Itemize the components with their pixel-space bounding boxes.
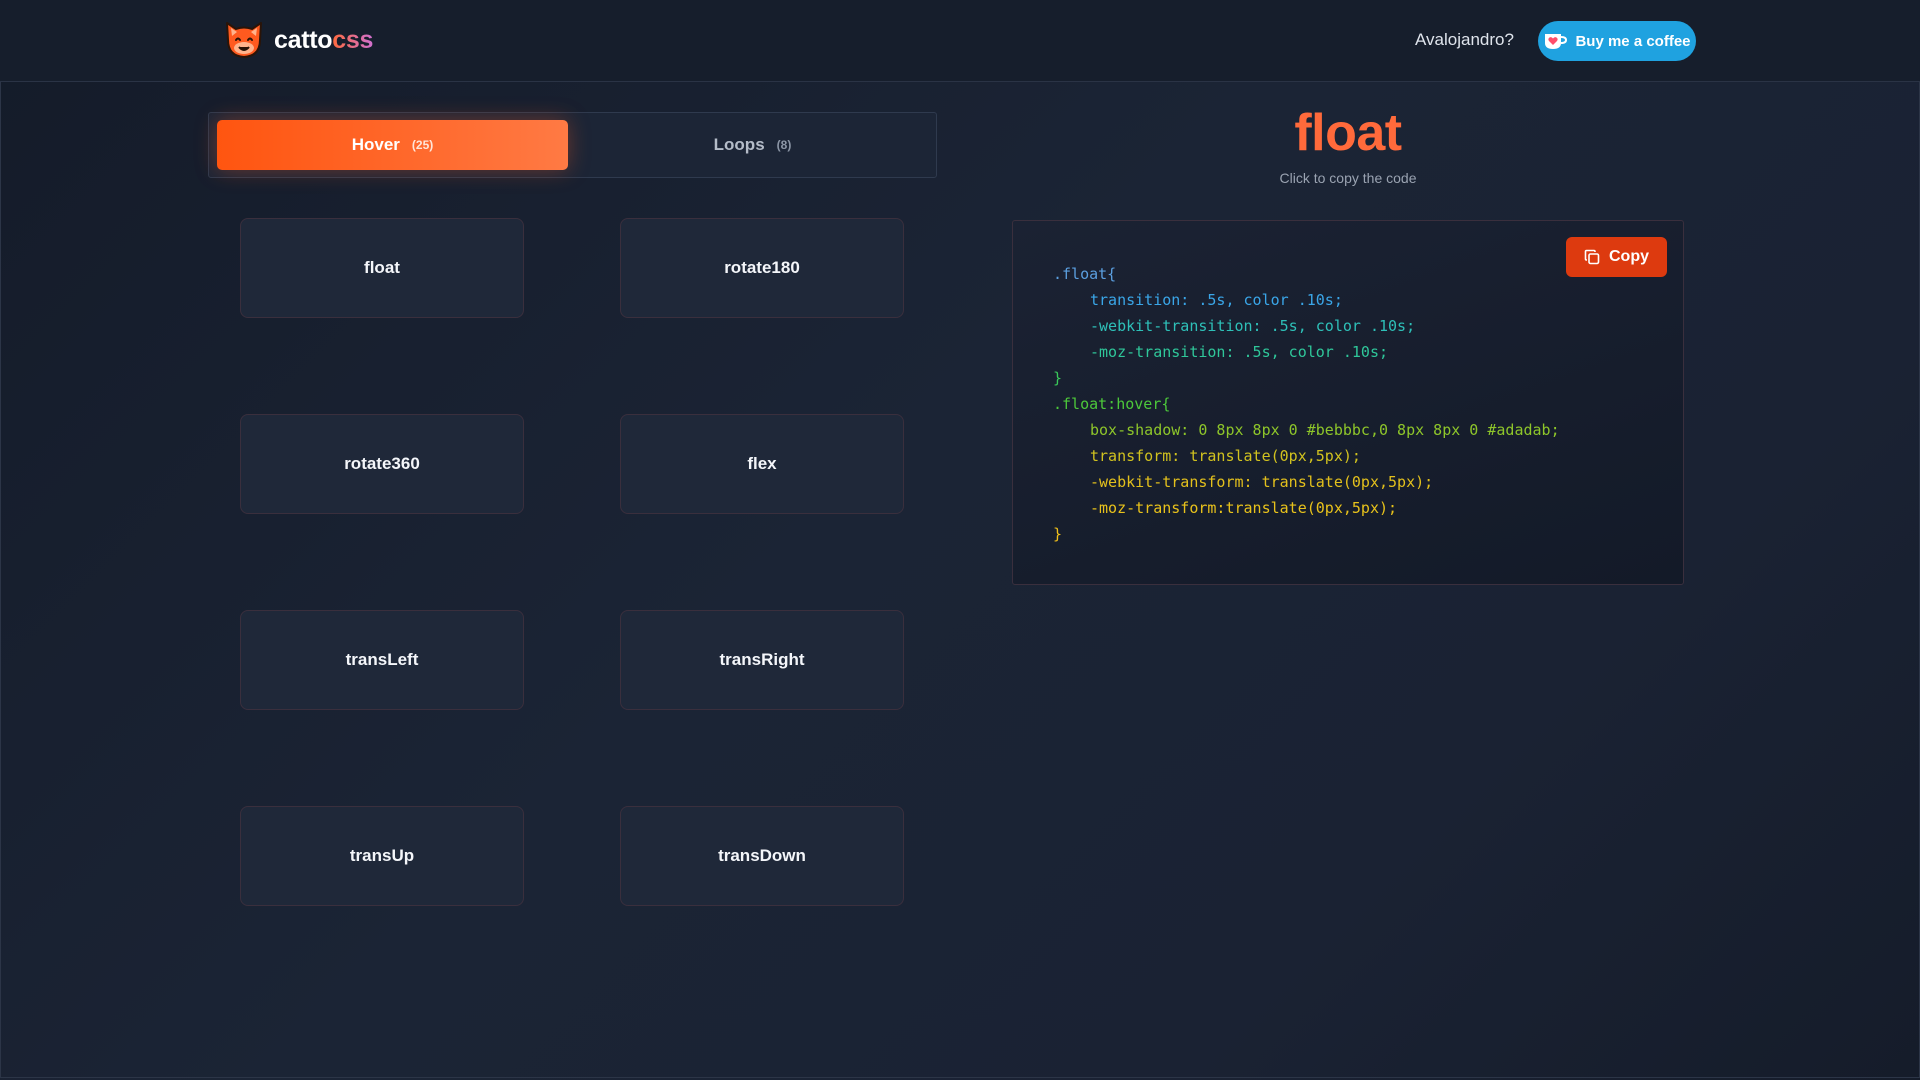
code-line: .float{ bbox=[1053, 265, 1117, 283]
preview-subtitle: Click to copy the code bbox=[1279, 170, 1417, 186]
preview-title: float bbox=[1294, 104, 1402, 162]
buy-me-a-coffee-label: Buy me a coffee bbox=[1575, 32, 1691, 50]
tab-loops[interactable]: Loops (8) bbox=[577, 120, 928, 170]
tab-hover-count: (25) bbox=[411, 138, 434, 152]
code-lines: .float{ transition: .5s, color .10s; -webk… bbox=[1053, 261, 1560, 547]
tab-hover-label: Hover bbox=[351, 135, 400, 154]
cat-face-icon bbox=[226, 22, 262, 58]
effect-card-flex[interactable]: flex bbox=[620, 414, 904, 514]
copy-button-label: Copy bbox=[1609, 248, 1649, 265]
author-link[interactable]: Avalojandro? bbox=[1415, 30, 1514, 50]
brand-name: cattocss bbox=[274, 26, 373, 55]
top-header: cattocss Avalojandro? Buy me a coffee bbox=[0, 0, 1920, 82]
brand[interactable]: cattocss bbox=[222, 18, 373, 62]
effect-card-transdown[interactable]: transDown bbox=[620, 806, 904, 906]
effect-card-transright[interactable]: transRight bbox=[620, 610, 904, 710]
copy-icon bbox=[1584, 249, 1600, 265]
copy-button[interactable]: Copy bbox=[1566, 237, 1667, 277]
effect-card-rotate360[interactable]: rotate360 bbox=[240, 414, 524, 514]
code-line: -webkit-transition: .5s, color .10s; bbox=[1090, 317, 1416, 335]
heart-cup-icon bbox=[1545, 34, 1568, 49]
code-line: } bbox=[1053, 369, 1063, 387]
code-line: transform: translate(0px,5px); bbox=[1090, 447, 1361, 465]
code-line: -webkit-transform: translate(0px,5px); bbox=[1090, 473, 1434, 491]
brand-name-part1: catto bbox=[274, 25, 333, 54]
code-line: .float:hover{ bbox=[1053, 395, 1171, 413]
effect-card-rotate180[interactable]: rotate180 bbox=[620, 218, 904, 318]
code-line: transition: .5s, color .10s; bbox=[1090, 291, 1343, 309]
buy-me-a-coffee-button[interactable]: Buy me a coffee bbox=[1538, 21, 1696, 61]
code-line: } bbox=[1053, 525, 1063, 543]
tab-hover[interactable]: Hover (25) bbox=[217, 120, 568, 170]
brand-name-part2: css bbox=[332, 25, 374, 54]
tab-loops-count: (8) bbox=[776, 138, 792, 152]
effect-card-float[interactable]: float bbox=[240, 218, 524, 318]
tab-loops-label: Loops bbox=[713, 135, 765, 154]
code-line: -moz-transform:translate(0px,5px); bbox=[1090, 499, 1398, 517]
code-line: box-shadow: 0 8px 8px 0 #bebbbc,0 8px 8p… bbox=[1090, 421, 1560, 439]
effect-card-transleft[interactable]: transLeft bbox=[240, 610, 524, 710]
code-line: -moz-transition: .5s, color .10s; bbox=[1090, 343, 1389, 361]
code-snippet-box[interactable]: Copy .float{ transition: .5s, color .10s;… bbox=[1012, 220, 1684, 585]
effect-card-transup[interactable]: transUp bbox=[240, 806, 524, 906]
category-tabs: Hover (25) Loops (8) bbox=[208, 112, 937, 178]
